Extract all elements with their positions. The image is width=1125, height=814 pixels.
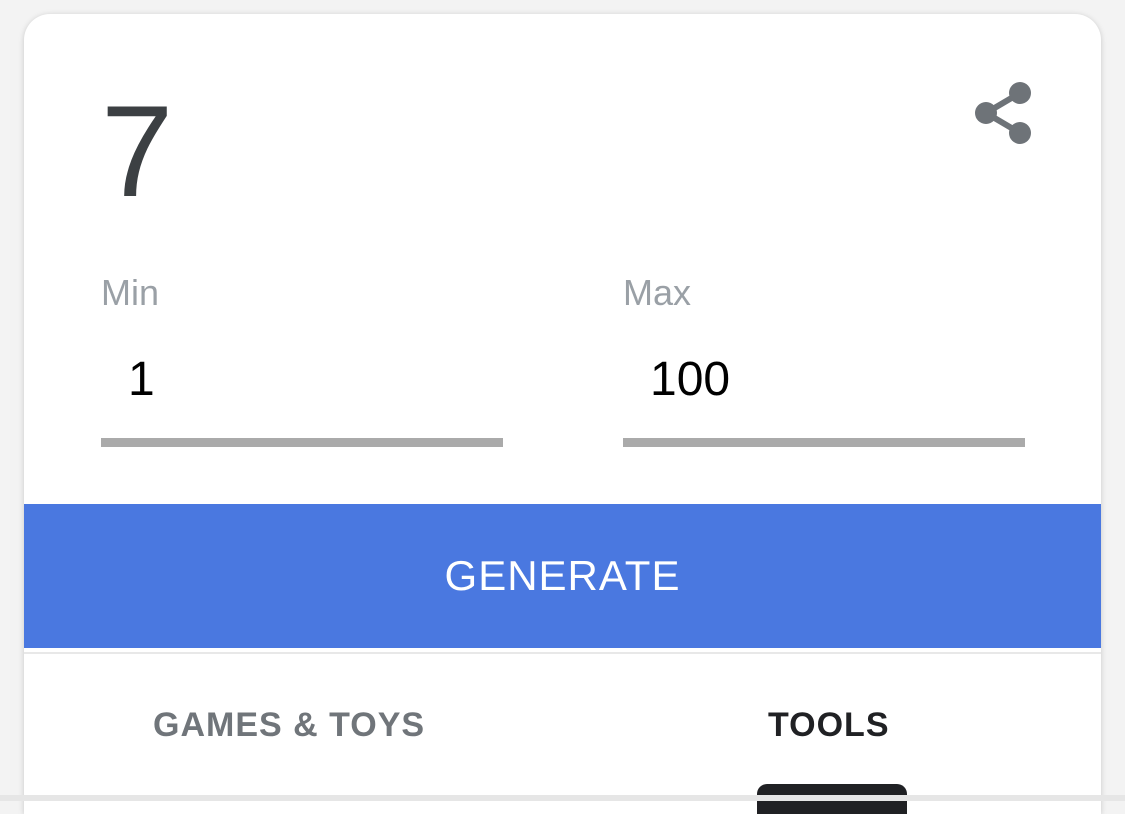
category-tabs: GAMES & TOYS TOOLS bbox=[24, 652, 1101, 814]
max-input[interactable] bbox=[623, 344, 1025, 414]
page-divider bbox=[0, 795, 1125, 801]
generated-number: 7 bbox=[101, 78, 174, 224]
tab-tools[interactable]: TOOLS bbox=[768, 706, 890, 745]
generate-button[interactable]: GENERATE bbox=[24, 504, 1101, 648]
min-underline bbox=[101, 438, 503, 447]
max-label: Max bbox=[623, 272, 692, 313]
max-underline bbox=[623, 438, 1025, 447]
min-label: Min bbox=[101, 272, 160, 313]
tab-games-and-toys[interactable]: GAMES & TOYS bbox=[153, 706, 425, 745]
random-number-generator-card: 7 Min Max GENERATE GAMES & TOYS TOOLS bbox=[24, 14, 1101, 814]
share-icon[interactable] bbox=[972, 80, 1036, 146]
min-input[interactable] bbox=[101, 344, 503, 414]
